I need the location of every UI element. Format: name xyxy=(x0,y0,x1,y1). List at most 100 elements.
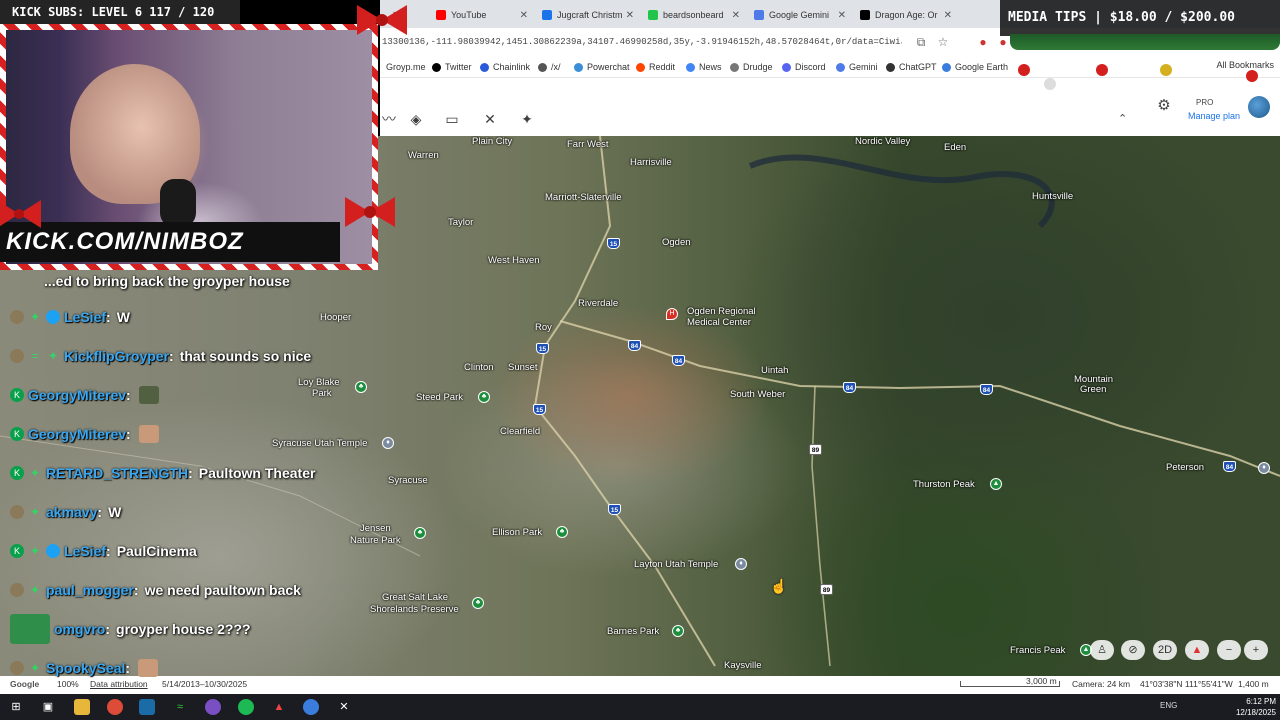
bookmark-chatgpt[interactable]: ChatGPT xyxy=(886,60,937,74)
zoom-in-button[interactable]: + xyxy=(1244,640,1268,660)
place-label[interactable]: Syracuse xyxy=(388,475,428,486)
park-icon[interactable]: ♣ xyxy=(556,526,568,538)
zoom-out-button[interactable]: − xyxy=(1217,640,1241,660)
place-label[interactable]: Thurston Peak xyxy=(913,479,975,490)
bookmark-twitter[interactable]: Twitter xyxy=(432,60,472,74)
app-icon[interactable]: ▲ xyxy=(271,699,287,715)
bookmark-reddit[interactable]: Reddit xyxy=(636,60,675,74)
place-label[interactable]: Barnes Park xyxy=(607,626,659,637)
place-label[interactable]: Farr West xyxy=(567,139,609,150)
avatar[interactable] xyxy=(1248,96,1270,118)
bookmark-star-icon[interactable]: ☆ xyxy=(936,35,950,49)
place-label[interactable]: Plain City xyxy=(472,136,512,147)
peak-icon[interactable]: ▲ xyxy=(990,478,1002,490)
hospital-icon[interactable]: H xyxy=(666,308,678,320)
place-label[interactable]: West Haven xyxy=(488,255,540,266)
place-label[interactable]: Layton Utah Temple xyxy=(634,559,718,570)
terminal-icon[interactable]: ≈ xyxy=(172,699,188,715)
tilt-button[interactable]: ⊘ xyxy=(1121,640,1145,660)
place-label[interactable]: Great Salt Lake xyxy=(382,592,448,603)
tab-dragon-age[interactable]: Dragon Age: Or ✕ xyxy=(854,5,958,25)
place-label[interactable]: Kaysville xyxy=(724,660,762,671)
close-icon[interactable]: ✕ xyxy=(626,10,634,21)
place-label[interactable]: Peterson xyxy=(1166,462,1204,473)
bookmark-chainlink[interactable]: Chainlink xyxy=(480,60,530,74)
place-label[interactable]: Clearfield xyxy=(500,426,540,437)
place-label[interactable]: Green xyxy=(1080,384,1106,395)
obs-icon[interactable] xyxy=(205,699,221,715)
place-label[interactable]: Nordic Valley xyxy=(855,136,910,147)
place-label[interactable]: Taylor xyxy=(448,217,473,228)
place-label[interactable]: Medical Center xyxy=(687,317,751,328)
bookmark-gemini[interactable]: Gemini xyxy=(836,60,878,74)
close-icon[interactable]: ✕ xyxy=(732,10,740,21)
bookmark-x[interactable]: /x/ xyxy=(538,60,561,74)
place-label[interactable]: Eden xyxy=(944,142,966,153)
tab-jugcraft[interactable]: Jugcraft Christm ✕ xyxy=(536,5,640,25)
path-icon[interactable]: 〰 xyxy=(380,110,398,128)
sparkle-icon[interactable]: ✦ xyxy=(518,110,536,128)
temple-icon[interactable]: ♦ xyxy=(1258,462,1270,474)
place-label[interactable]: Uintah xyxy=(761,365,788,376)
chrome-icon[interactable] xyxy=(107,699,123,715)
file-explorer-icon[interactable] xyxy=(74,699,90,715)
app-x-icon[interactable]: ✕ xyxy=(336,699,352,715)
layers-icon[interactable]: ◈ xyxy=(407,110,425,128)
gear-icon[interactable]: ⚙ xyxy=(1156,98,1172,114)
park-icon[interactable]: ♣ xyxy=(472,597,484,609)
place-label[interactable]: Francis Peak xyxy=(1010,645,1065,656)
place-label[interactable]: Steed Park xyxy=(416,392,463,403)
install-icon[interactable]: ⧉ xyxy=(914,35,928,49)
ruler-icon[interactable]: ▭ xyxy=(443,110,461,128)
place-label[interactable]: Huntsville xyxy=(1032,191,1073,202)
place-label[interactable]: Warren xyxy=(408,150,439,161)
street-view-button[interactable]: ♙ xyxy=(1090,640,1114,660)
place-label[interactable]: Ogden xyxy=(662,237,691,248)
place-label[interactable]: Clinton xyxy=(464,362,494,373)
close-icon[interactable]: ✕ xyxy=(944,10,952,21)
place-label[interactable]: Shorelands Preserve xyxy=(370,604,459,615)
place-label[interactable]: Marriott-Slaterville xyxy=(545,192,622,203)
task-view-icon[interactable]: ▣ xyxy=(40,699,56,715)
place-label[interactable]: Ogden Regional xyxy=(687,306,756,317)
satellite-icon[interactable]: ✕ xyxy=(481,110,499,128)
tab-gemini[interactable]: Google Gemini ✕ xyxy=(748,5,852,25)
temple-icon[interactable]: ♦ xyxy=(382,437,394,449)
temple-icon[interactable]: ♦ xyxy=(735,558,747,570)
place-label[interactable]: South Weber xyxy=(730,389,785,400)
place-label[interactable]: Sunset xyxy=(508,362,538,373)
language-indicator[interactable]: ENG xyxy=(1160,701,1177,710)
close-icon[interactable]: ✕ xyxy=(520,10,528,21)
manage-plan-link[interactable]: Manage plan xyxy=(1188,111,1240,121)
compass-button[interactable]: ▲ xyxy=(1185,640,1209,660)
place-label[interactable]: Roy xyxy=(535,322,552,333)
tab-youtube[interactable]: YouTube ✕ xyxy=(430,5,534,25)
tab-beardsonbeard[interactable]: beardsonbeard ✕ xyxy=(642,5,746,25)
spotify-icon[interactable] xyxy=(238,699,254,715)
park-icon[interactable]: ♣ xyxy=(478,391,490,403)
bookmark-discord[interactable]: Discord xyxy=(782,60,826,74)
bookmark-powerchat[interactable]: Powerchat xyxy=(574,60,630,74)
park-icon[interactable]: ♣ xyxy=(414,527,426,539)
url-field[interactable]: 13300136,-111.98039942,1451.30862239a,34… xyxy=(382,34,902,51)
close-icon[interactable]: ✕ xyxy=(838,10,846,21)
place-label[interactable]: Riverdale xyxy=(578,298,618,309)
steam-icon[interactable] xyxy=(139,699,155,715)
extension-icon[interactable]: ● xyxy=(996,35,1010,49)
toggle-2d-button[interactable]: 2D xyxy=(1153,640,1177,660)
place-label[interactable]: Harrisville xyxy=(630,157,672,168)
clock[interactable]: 6:12 PM 12/18/2025 xyxy=(1200,696,1276,718)
tab-label: Jugcraft Christm xyxy=(557,10,623,20)
park-icon[interactable]: ♣ xyxy=(672,625,684,637)
chevron-up-icon[interactable]: ⌃ xyxy=(1118,112,1127,125)
windows-start-icon[interactable]: ⊞ xyxy=(8,699,24,715)
bookmark-groyp[interactable]: Groyp.me xyxy=(386,60,426,74)
chat-colon: : xyxy=(105,621,111,637)
bookmark-google-earth[interactable]: Google Earth xyxy=(942,60,1008,74)
extension-icon[interactable]: ● xyxy=(976,35,990,49)
earth-icon[interactable] xyxy=(303,699,319,715)
bookmark-news[interactable]: News xyxy=(686,60,722,74)
data-attribution-link[interactable]: Data attribution xyxy=(90,679,148,689)
bookmark-drudge[interactable]: Drudge xyxy=(730,60,773,74)
place-label[interactable]: Ellison Park xyxy=(492,527,542,538)
